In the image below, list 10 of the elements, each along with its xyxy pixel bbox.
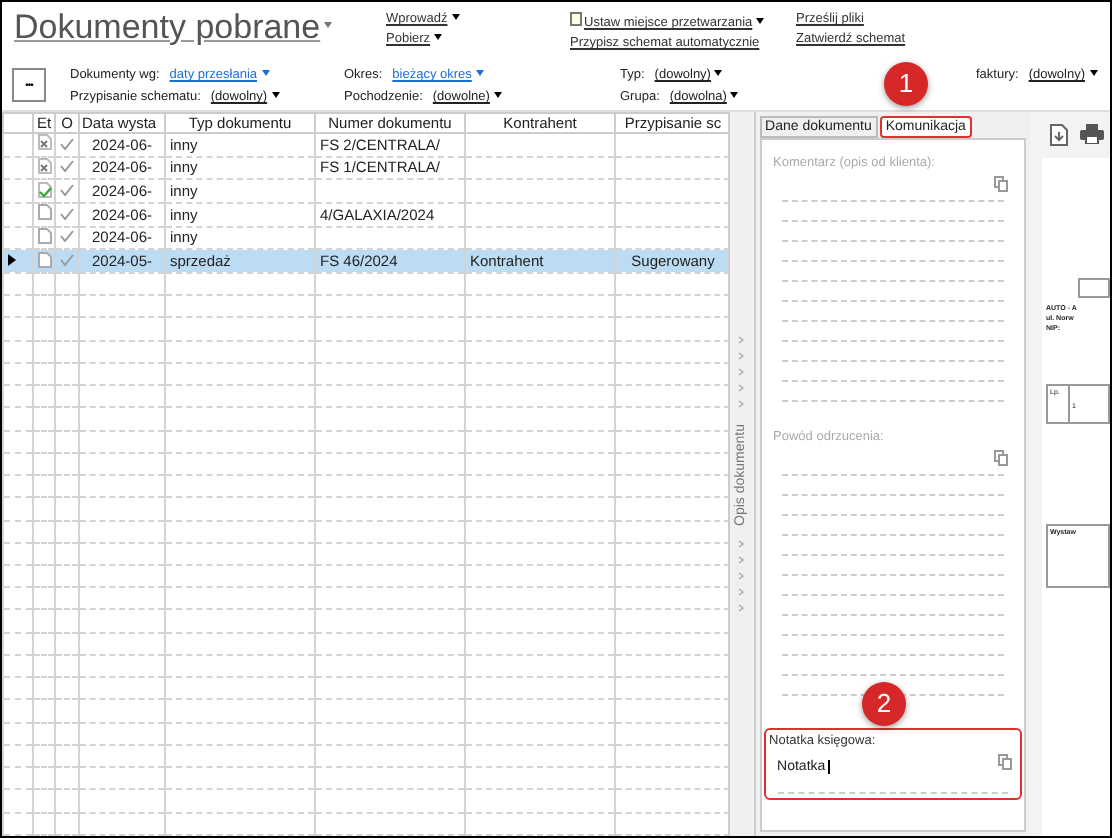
document-icon (570, 12, 582, 26)
page-title[interactable]: Dokumenty pobrane (2, 2, 386, 58)
callout-badge: 1 (884, 62, 928, 106)
printer-icon[interactable] (1080, 124, 1104, 144)
copy-icon[interactable] (994, 176, 1008, 192)
copy-icon[interactable] (998, 754, 1012, 770)
copy-icon[interactable] (994, 450, 1008, 466)
export-icon[interactable] (1050, 124, 1068, 146)
row-pointer-icon (8, 254, 16, 267)
preview-header-box (1078, 278, 1110, 298)
